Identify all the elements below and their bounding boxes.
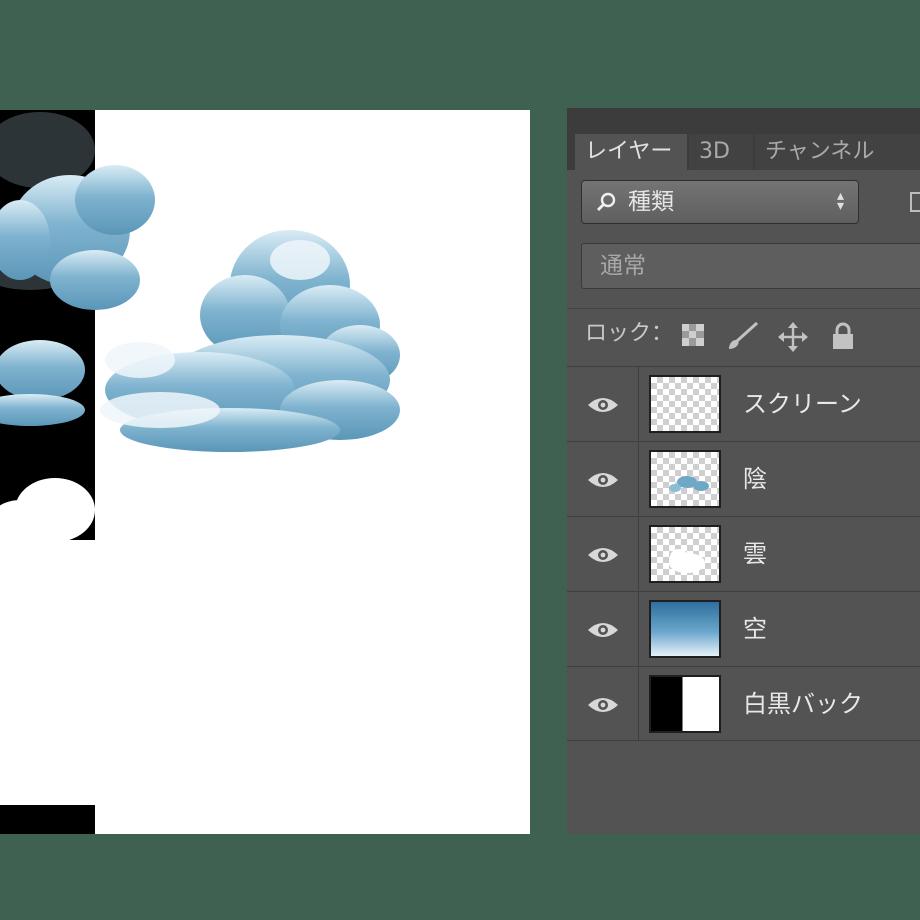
cloud-artwork (0, 112, 400, 805)
layer-thumbnail (649, 375, 721, 433)
move-icon[interactable] (777, 321, 809, 353)
visibility-toggle[interactable] (567, 517, 639, 591)
brush-icon[interactable] (725, 321, 759, 351)
layer-thumbnail (649, 675, 721, 733)
visibility-toggle[interactable] (567, 367, 639, 441)
layer-name[interactable]: スクリーン (743, 367, 862, 441)
visibility-toggle[interactable] (567, 667, 639, 741)
visibility-toggle[interactable] (567, 442, 639, 516)
blend-mode-label: 通常 (600, 253, 646, 279)
eye-icon (588, 548, 618, 562)
document-canvas[interactable] (0, 110, 530, 834)
layer-row[interactable]: 陰 (567, 441, 920, 516)
visibility-toggle[interactable] (567, 592, 639, 666)
blend-mode-select[interactable]: 通常 (581, 243, 920, 289)
layers-list: スクリーン 陰 雲 空 白黒バック (567, 366, 920, 741)
layer-row[interactable]: 白黒バック (567, 666, 920, 741)
lock-all-icon[interactable] (829, 321, 857, 351)
eye-icon (588, 623, 618, 637)
eye-icon (588, 473, 618, 487)
filter-toggle-icon[interactable] (910, 192, 920, 212)
layer-row[interactable]: 空 (567, 591, 920, 666)
layer-name[interactable]: 白黒バック (743, 667, 863, 741)
eye-icon (588, 398, 618, 412)
layers-panel: レイヤー 3D チャンネル 種類 ▴ ▾ 通常 ロック： スクリーン 陰 雲 空… (567, 108, 920, 834)
shadow-preview (669, 476, 709, 492)
search-icon (597, 192, 616, 211)
layer-filter-label: 種類 (628, 189, 674, 215)
lock-transparent-pixels-icon[interactable] (679, 321, 707, 349)
layer-name[interactable]: 陰 (743, 442, 767, 516)
cloud-preview (669, 549, 705, 573)
eye-icon (588, 698, 618, 712)
lock-label: ロック： (585, 321, 674, 346)
layer-row[interactable]: 雲 (567, 516, 920, 591)
layer-filter-select[interactable]: 種類 ▴ ▾ (581, 180, 859, 224)
tab-layers[interactable]: レイヤー (575, 134, 687, 170)
layer-thumbnail (649, 600, 721, 658)
layer-thumbnail (649, 450, 721, 508)
layer-name[interactable]: 空 (743, 592, 767, 666)
layer-row[interactable]: スクリーン (567, 366, 920, 441)
layer-name[interactable]: 雲 (743, 517, 767, 591)
tab-3d[interactable]: 3D (689, 134, 753, 170)
panel-header-strip (567, 108, 920, 132)
up-down-arrows-icon: ▴ ▾ (836, 188, 844, 214)
tab-channels[interactable]: チャンネル (755, 134, 920, 170)
lock-row: ロック： (567, 308, 920, 365)
layer-thumbnail (649, 525, 721, 583)
